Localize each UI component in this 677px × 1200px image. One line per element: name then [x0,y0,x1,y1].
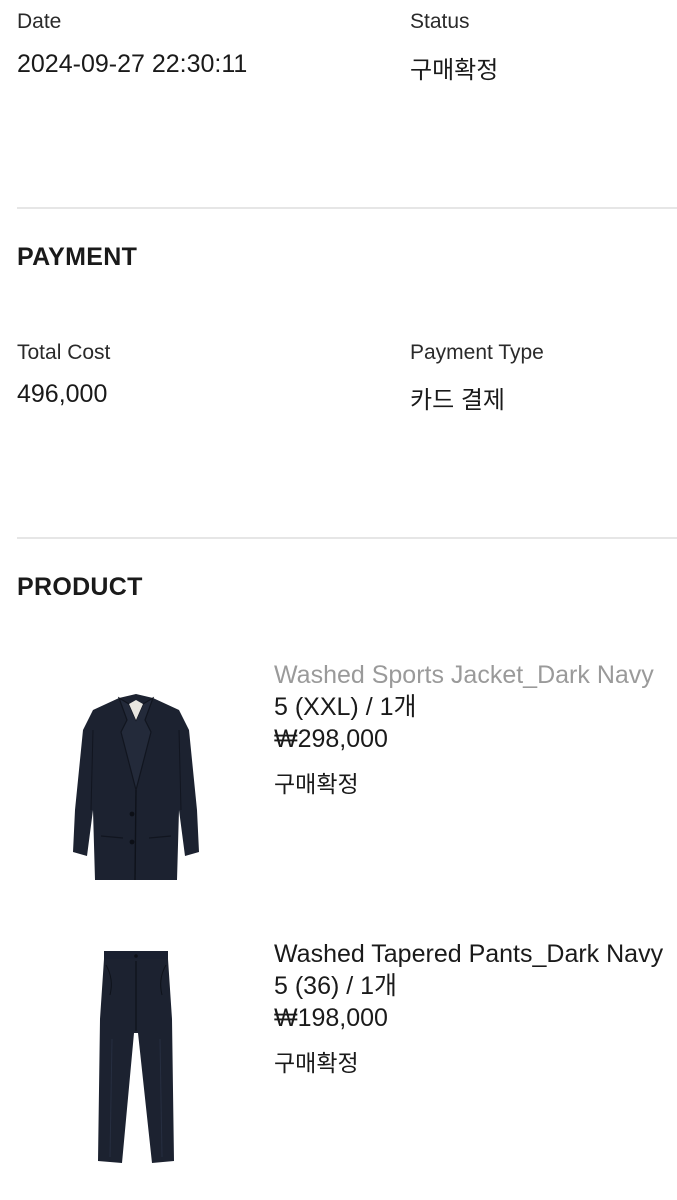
status-value: 구매확정 [410,57,499,84]
status-label: Status [410,10,470,33]
product-option: 5 (36) / 1개 [274,972,398,1000]
product-name[interactable]: Washed Tapered Pants_Dark Navy [274,938,677,970]
product-name[interactable]: Washed Sports Jacket_Dark Navy [274,659,677,691]
payment-title: PAYMENT [17,243,138,271]
payment-type-value: 카드 결제 [410,387,505,414]
date-value: 2024-09-27 22:30:11 [17,50,248,78]
navy-pants-image[interactable] [41,934,231,1174]
navy-jacket-image[interactable] [41,665,231,905]
product-price: ₩298,000 [274,725,388,753]
jacket-illustration [73,694,199,880]
total-cost-label: Total Cost [17,341,111,364]
product-status: 구매확정 [274,771,359,797]
order-detail-page: Date 2024-09-27 22:30:11 Status 구매확정 PAY… [17,0,677,1200]
total-cost-value: 496,000 [17,380,108,408]
product-price: ₩198,000 [274,1004,388,1032]
product-option: 5 (XXL) / 1개 [274,693,417,721]
product-item[interactable]: Washed Tapered Pants_Dark Navy 5 (36) / … [17,934,677,1184]
date-label: Date [17,10,62,33]
divider [17,207,677,209]
product-item[interactable]: Washed Sports Jacket_Dark Navy 5 (XXL) /… [17,655,677,905]
product-status: 구매확정 [274,1050,359,1076]
product-info: Washed Tapered Pants_Dark Navy 5 (36) / … [274,938,677,1078]
divider [17,537,677,539]
product-info: Washed Sports Jacket_Dark Navy 5 (XXL) /… [274,659,677,799]
product-title: PRODUCT [17,573,143,601]
pants-illustration [98,951,174,1163]
payment-type-label: Payment Type [410,341,544,364]
